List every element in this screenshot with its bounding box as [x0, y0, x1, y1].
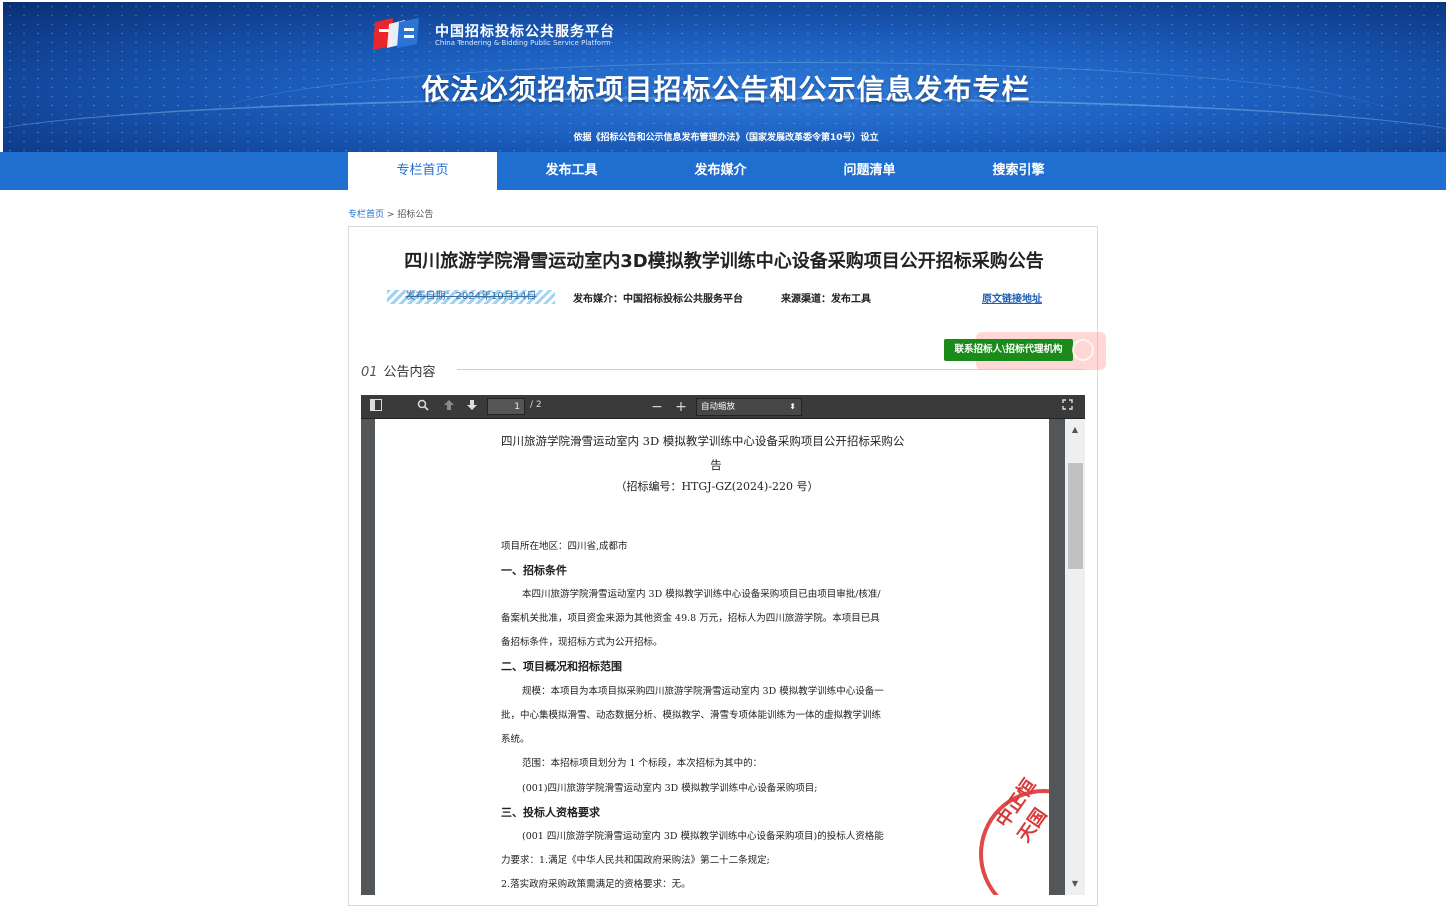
logo-text-en: China Tendering & Bidding Public Service…	[435, 39, 611, 47]
pdf-paragraph: 规模：本项目为本项目拟采购四川旅游学院滑雪运动室内 3D 模拟教学训练中心设备一	[522, 686, 884, 697]
zoom-in-icon[interactable]: +	[673, 399, 689, 415]
page-number-input[interactable]	[487, 398, 525, 415]
source-channel: 来源渠道：发布工具	[781, 294, 871, 305]
platform-logo-icon	[373, 18, 419, 50]
section-header: 01 公告内容	[361, 361, 436, 380]
pdf-paragraph: 范围：本招标项目划分为 1 个标段，本次招标为其中的：	[522, 758, 763, 769]
pdf-paragraph: 备案机关批准，项目资金来源为其他资金 49.8 万元，招标人为四川旅游学院。本项…	[501, 613, 880, 624]
pdf-paragraph: 力要求：1.满足《中华人民共和国政府采购法》第二十二条规定;	[501, 855, 770, 866]
pdf-title-line1: 四川旅游学院滑雪运动室内 3D 模拟教学训练中心设备采购项目公开招标采购公	[501, 434, 905, 448]
scroll-down-icon[interactable]: ▼	[1065, 877, 1085, 891]
breadcrumb-current: 招标公告	[397, 210, 434, 220]
notice-card: 四川旅游学院滑雪运动室内3D模拟教学训练中心设备采购项目公开招标采购公告 发布日…	[348, 226, 1106, 906]
pdf-toolbar: / 2 − + 自动缩放 ⬍	[361, 395, 1085, 419]
banner-title: 依法必须招标项目招标公告和公示信息发布专栏	[421, 73, 1031, 106]
nav-item-faq[interactable]: 问题清单	[795, 152, 944, 190]
pdf-page: 四川旅游学院滑雪运动室内 3D 模拟教学训练中心设备采购项目公开招标采购公 告 …	[375, 419, 1049, 895]
zoom-out-icon[interactable]: −	[649, 399, 665, 415]
nav-item-publish-tools[interactable]: 发布工具	[497, 152, 646, 190]
logo-text-cn: 中国招标投标公共服务平台	[435, 24, 615, 40]
sidebar-toggle-icon[interactable]	[367, 399, 385, 415]
section-number: 01	[361, 365, 378, 380]
pdf-heading-1: 一、招标条件	[501, 564, 567, 577]
pdf-heading-3: 三、投标人资格要求	[501, 806, 600, 819]
publish-media: 发布媒介：中国招标投标公共服务平台	[573, 294, 743, 305]
pdf-scrollbar[interactable]: ▲ ▼	[1065, 419, 1085, 895]
pdf-paragraph: (001)四川旅游学院滑雪运动室内 3D 模拟教学训练中心设备采购项目;	[522, 783, 818, 794]
zoom-value: 自动缩放	[701, 402, 736, 412]
pdf-paragraph: 2.落实政府采购政策需满足的资格要求：无。	[501, 879, 691, 890]
breadcrumb-home[interactable]: 专栏首页	[348, 210, 384, 220]
nav-item-publish-media[interactable]: 发布媒介	[646, 152, 795, 190]
original-link[interactable]: 原文链接地址	[982, 290, 1042, 305]
find-icon[interactable]	[415, 399, 431, 415]
pdf-tender-code: （招标编号：HTGJ-GZ(2024)-220 号）	[615, 480, 819, 493]
fullscreen-icon[interactable]	[1059, 399, 1075, 415]
pdf-title-line2: 告	[710, 458, 722, 472]
next-page-icon[interactable]	[464, 399, 480, 415]
scroll-up-icon[interactable]: ▲	[1065, 423, 1085, 437]
zoom-select[interactable]: 自动缩放 ⬍	[696, 398, 802, 416]
previous-page-icon[interactable]	[441, 399, 457, 415]
search-icon	[1072, 339, 1094, 361]
section-label: 公告内容	[383, 365, 436, 380]
chevron-updown-icon: ⬍	[789, 402, 796, 411]
notice-title: 四川旅游学院滑雪运动室内3D模拟教学训练中心设备采购项目公开招标采购公告	[404, 251, 1044, 272]
banner-subtitle: 依据《招标公告和公示信息发布管理办法》（国家发展改革委令第10号）设立	[573, 133, 879, 143]
pdf-paragraph: 备招标条件，现招标方式为公开招标。	[501, 637, 663, 648]
breadcrumb: 专栏首页 > 招标公告	[348, 207, 433, 220]
pdf-paragraph: (001 四川旅游学院滑雪运动室内 3D 模拟教学训练中心设备采购项目)的投标人…	[522, 831, 884, 842]
pdf-region: 项目所在地区：四川省,成都市	[501, 541, 628, 552]
section-divider	[457, 369, 1085, 370]
pdf-paragraph: 系统。	[501, 734, 530, 745]
header-banner: 中国招标投标公共服务平台 China Tendering & Bidding P…	[3, 2, 1446, 152]
scrollbar-thumb[interactable]	[1068, 463, 1083, 569]
pdf-viewer: / 2 − + 自动缩放 ⬍ 四川旅游学院滑雪运动室内 3D 模拟教学训练中心设备…	[361, 395, 1085, 895]
pdf-paragraph: 批，中心集模拟滑雪、动态数据分析、模拟教学、滑雪专项体能训练为一体的虚拟教学训练	[501, 710, 882, 721]
publish-date: 发布日期：2024年10月14日	[387, 290, 555, 304]
breadcrumb-separator: >	[386, 210, 395, 220]
main-nav: 专栏首页 发布工具 发布媒介 问题清单 搜索引擎	[0, 152, 1446, 190]
pdf-heading-2: 二、项目概况和招标范围	[501, 660, 622, 673]
contact-agency-button[interactable]: 联系招标人\招标代理机构	[944, 339, 1073, 361]
pdf-paragraph: 本四川旅游学院滑雪运动室内 3D 模拟教学训练中心设备采购项目已由项目审批/核准…	[522, 589, 881, 600]
nav-item-search-engine[interactable]: 搜索引擎	[944, 152, 1093, 190]
page-total: / 2	[530, 400, 542, 410]
nav-item-home[interactable]: 专栏首页	[348, 152, 497, 190]
